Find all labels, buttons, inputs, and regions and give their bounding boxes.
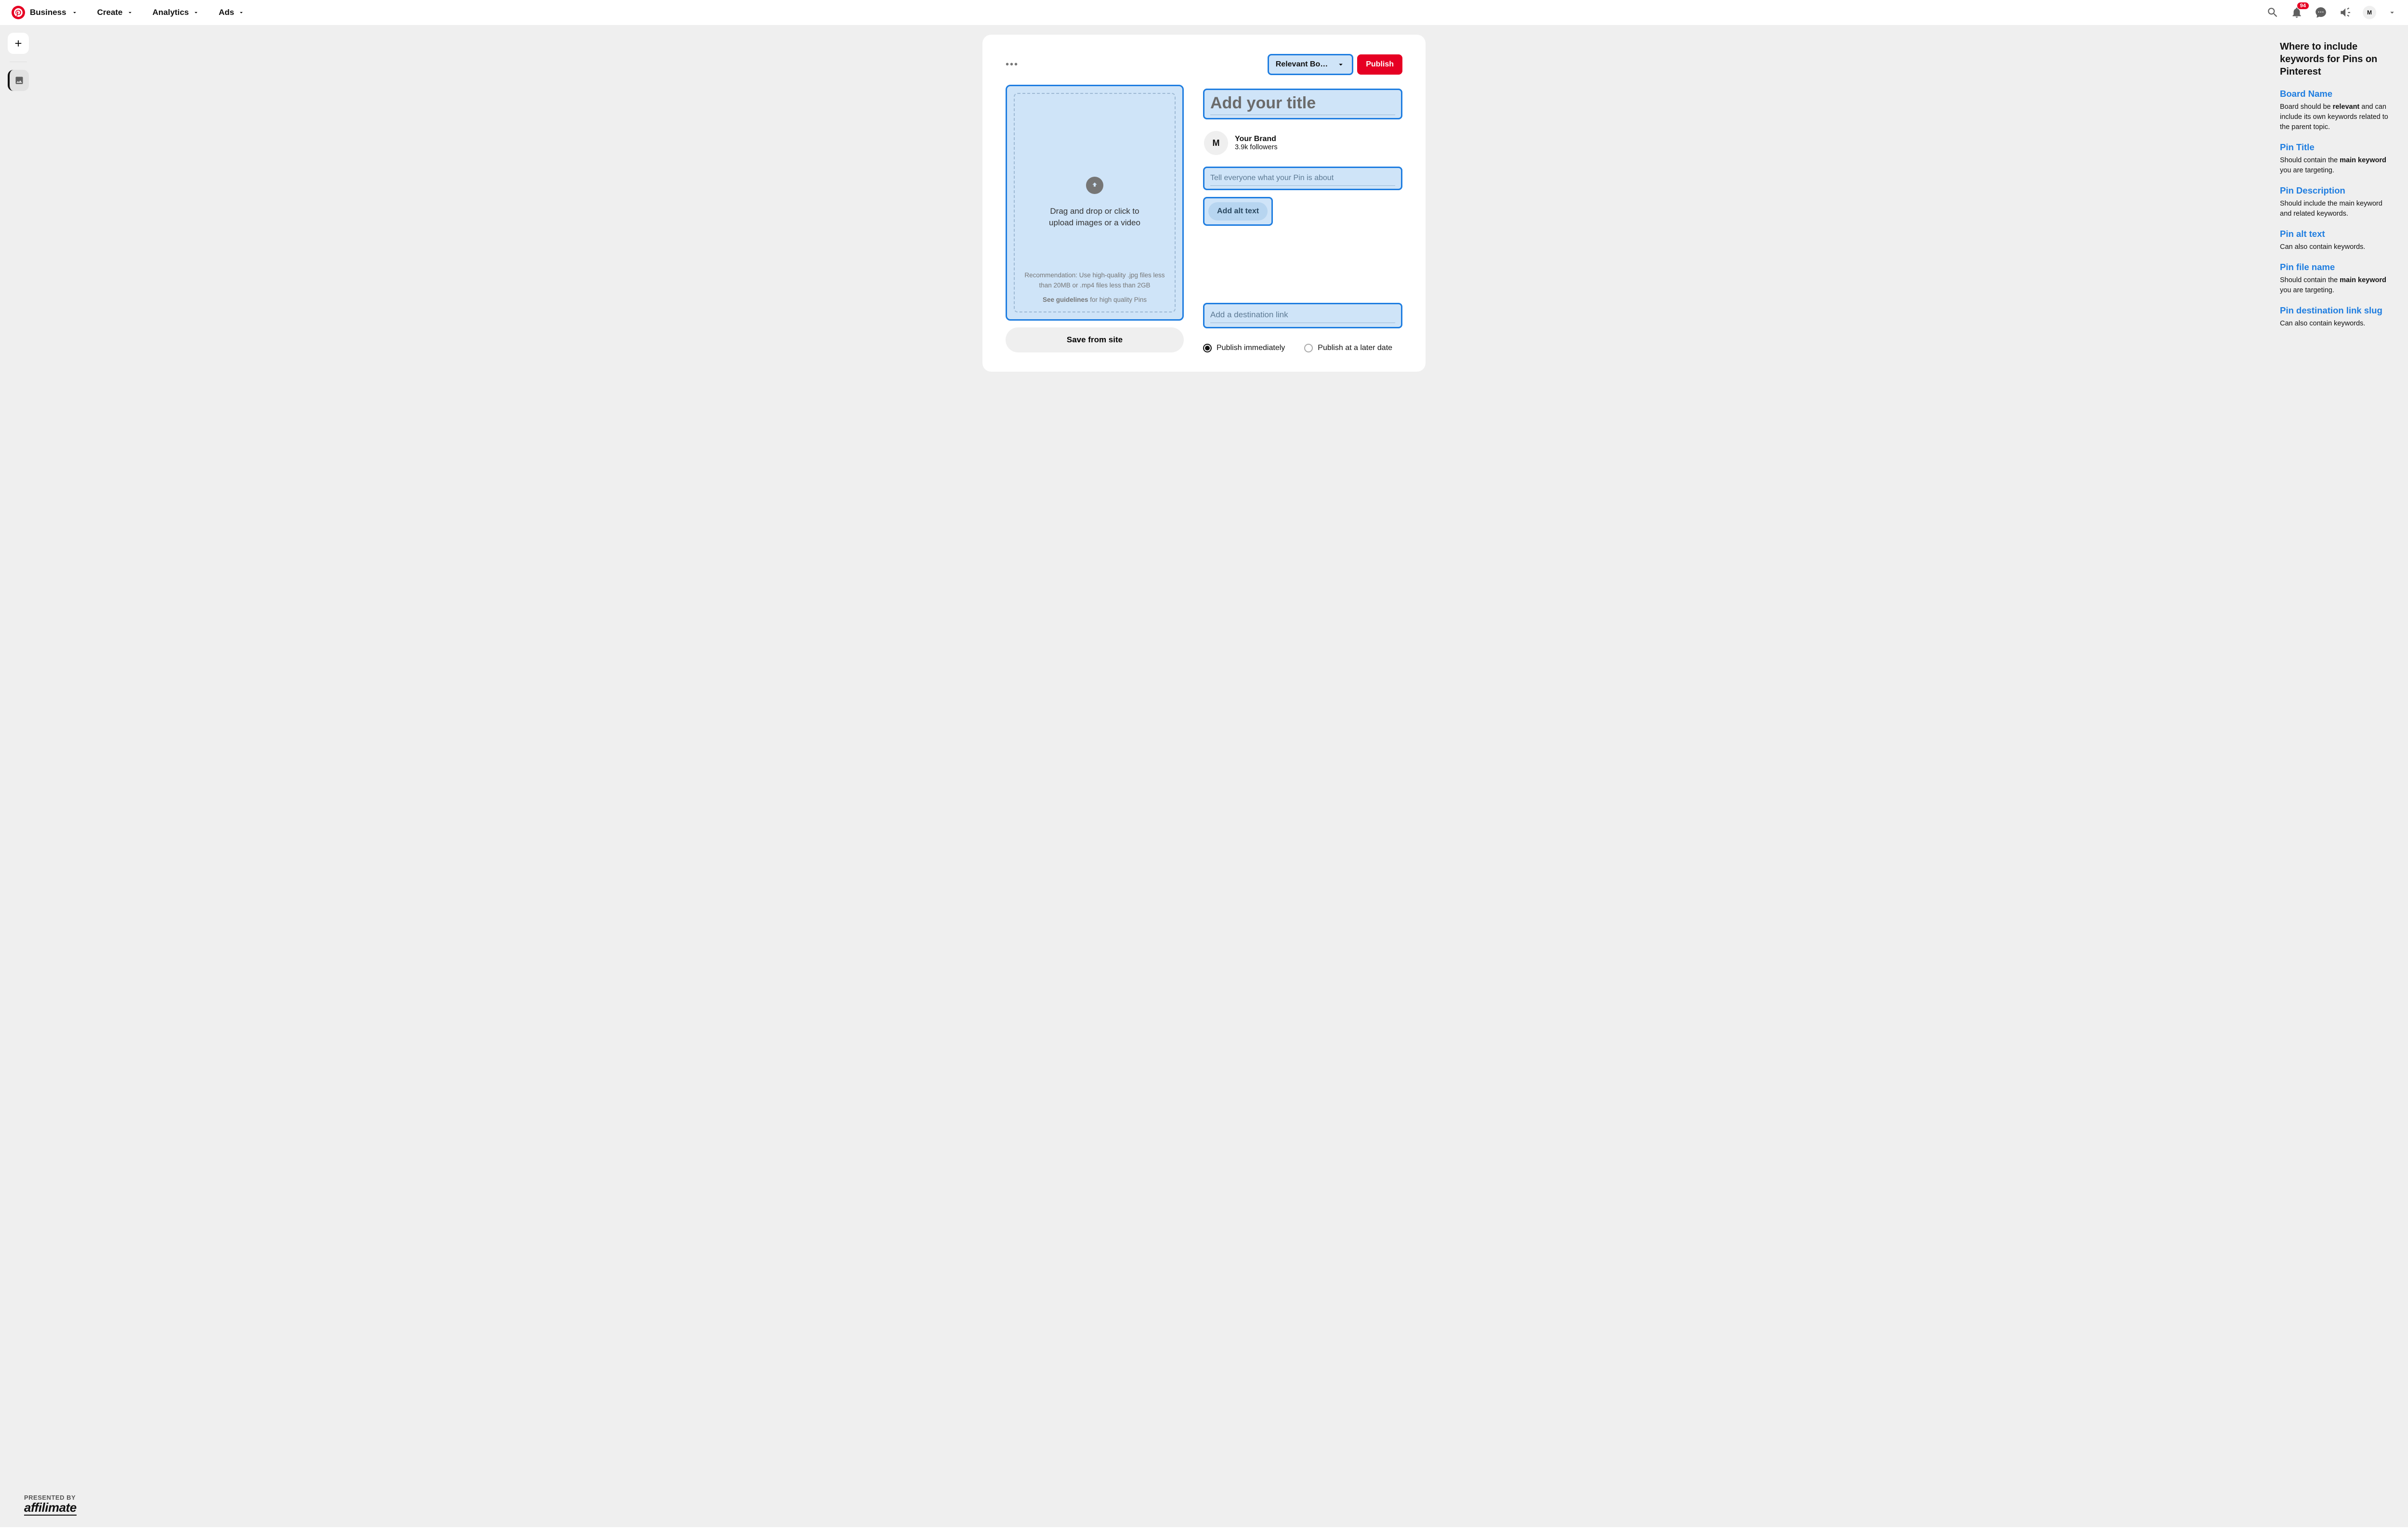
chat-icon[interactable] — [2315, 6, 2327, 19]
sidebar-item-title: Pin destination link slug — [2280, 305, 2395, 316]
upload-icon — [1086, 177, 1103, 194]
upload-zone[interactable]: Drag and drop or click to upload images … — [1006, 85, 1184, 321]
brand-name: Your Brand — [1235, 135, 1278, 143]
chevron-down-icon — [193, 9, 199, 16]
upload-dropzone: Drag and drop or click to upload images … — [1014, 93, 1176, 312]
presented-by: PRESENTED BY affilimate — [24, 1494, 77, 1516]
upload-guidelines[interactable]: See guidelines for high quality Pins — [1021, 295, 1168, 305]
upload-recommendation: Recommendation: Use high-quality .jpg fi… — [1021, 271, 1168, 290]
board-select-label: Relevant Bo… — [1276, 60, 1328, 69]
sidebar-title: Where to include keywords for Pins on Pi… — [2280, 40, 2395, 78]
sidebar-item-title: Board Name — [2280, 89, 2395, 99]
pinterest-logo-icon — [12, 6, 25, 19]
page: + ••• Relevant Bo… Publish — [0, 25, 2408, 1527]
brand-followers: 3.9k followers — [1235, 143, 1278, 151]
presented-brand: affilimate — [24, 1501, 77, 1516]
nav-ads[interactable]: Ads — [219, 8, 245, 17]
add-pin-button[interactable]: + — [8, 33, 29, 54]
nav-label: Create — [97, 8, 123, 17]
guidelines-link: See guidelines — [1043, 296, 1088, 303]
avatar-initial: M — [2367, 9, 2372, 16]
upload-main-text: Drag and drop or click to upload images … — [1042, 206, 1148, 229]
destination-link-highlight — [1203, 303, 1402, 328]
add-alt-text-button[interactable]: Add alt text — [1208, 202, 1268, 221]
sidebar-item-board-name: Board Name Board should be relevant and … — [2280, 89, 2395, 132]
chevron-down-icon[interactable] — [2388, 8, 2396, 17]
header-nav: Business Create Analytics Ads — [12, 6, 245, 19]
chevron-down-icon — [127, 9, 133, 16]
publish-options: Publish immediately Publish at a later d… — [1203, 335, 1402, 352]
radio-publish-later[interactable]: Publish at a later date — [1304, 344, 1392, 352]
radio-icon — [1304, 344, 1313, 352]
chevron-down-icon — [1336, 60, 1345, 69]
brand-initial: M — [1213, 138, 1220, 148]
publish-button[interactable]: Publish — [1357, 54, 1402, 75]
save-from-site-button[interactable]: Save from site — [1006, 327, 1184, 352]
sidebar-item-title: Pin Description — [2280, 185, 2395, 196]
sidebar-item-pin-alt-text: Pin alt text Can also contain keywords. — [2280, 229, 2395, 252]
radio-publish-immediately[interactable]: Publish immediately — [1203, 344, 1285, 352]
chevron-down-icon — [238, 9, 245, 16]
sidebar-item-pin-description: Pin Description Should include the main … — [2280, 185, 2395, 219]
sidebar-item-title: Pin alt text — [2280, 229, 2395, 239]
nav-create[interactable]: Create — [97, 8, 133, 17]
search-icon[interactable] — [2266, 6, 2279, 19]
nav-label: Ads — [219, 8, 234, 17]
builder-top-row: ••• Relevant Bo… Publish — [1006, 54, 1402, 75]
destination-link-input[interactable] — [1210, 309, 1395, 323]
board-select[interactable]: Relevant Bo… — [1268, 54, 1353, 75]
nav-analytics[interactable]: Analytics — [153, 8, 200, 17]
left-rail: + — [8, 33, 29, 91]
sidebar-item-desc: Can also contain keywords. — [2280, 319, 2395, 329]
sidebar-item-desc: Can also contain keywords. — [2280, 242, 2395, 252]
sidebar-item-desc: Should include the main keyword and rela… — [2280, 199, 2395, 219]
sidebar-item-pin-file-name: Pin file name Should contain the main ke… — [2280, 262, 2395, 296]
radio-label: Publish immediately — [1217, 344, 1285, 352]
sidebar-item-desc: Should contain the main keyword you are … — [2280, 156, 2395, 176]
nav-label: Business — [30, 8, 66, 17]
pin-builder: ••• Relevant Bo… Publish Drag and drop o… — [982, 35, 1426, 372]
sidebar-item-title: Pin Title — [2280, 142, 2395, 153]
nav-label: Analytics — [153, 8, 189, 17]
avatar[interactable]: M — [2363, 6, 2376, 19]
chevron-down-icon — [71, 9, 78, 16]
megaphone-icon[interactable] — [2339, 6, 2351, 19]
sidebar-item-desc: Board should be relevant and can include… — [2280, 102, 2395, 132]
upload-column: Drag and drop or click to upload images … — [1006, 85, 1184, 352]
more-options-icon[interactable]: ••• — [1006, 59, 1019, 70]
sidebar-item-desc: Should contain the main keyword you are … — [2280, 275, 2395, 296]
bell-icon[interactable]: 94 — [2290, 6, 2303, 19]
radio-icon — [1203, 344, 1212, 352]
description-field-highlight — [1203, 167, 1402, 190]
header-actions: 94 M — [2266, 6, 2396, 19]
description-input[interactable] — [1210, 172, 1395, 186]
spacer — [1203, 233, 1402, 296]
sidebar-item-title: Pin file name — [2280, 262, 2395, 272]
builder-body: Drag and drop or click to upload images … — [1006, 85, 1402, 352]
top-actions: Relevant Bo… Publish — [1268, 54, 1402, 75]
fields-column: M Your Brand 3.9k followers Add alt text — [1203, 85, 1402, 352]
sidebar-item-pin-title: Pin Title Should contain the main keywor… — [2280, 142, 2395, 176]
image-icon — [14, 76, 24, 85]
draft-thumbnail[interactable] — [8, 70, 29, 91]
brand-info: Your Brand 3.9k followers — [1235, 135, 1278, 151]
alt-text-highlight: Add alt text — [1203, 197, 1273, 226]
brand-row: M Your Brand 3.9k followers — [1203, 126, 1402, 160]
brand-avatar: M — [1204, 131, 1228, 155]
upload-footer: Recommendation: Use high-quality .jpg fi… — [1021, 271, 1168, 305]
title-field-highlight — [1203, 89, 1402, 119]
header: Business Create Analytics Ads 94 — [0, 0, 2408, 25]
sidebar-item-pin-destination-link: Pin destination link slug Can also conta… — [2280, 305, 2395, 329]
keywords-sidebar: Where to include keywords for Pins on Pi… — [2280, 40, 2395, 338]
nav-business[interactable]: Business — [12, 6, 78, 19]
radio-label: Publish at a later date — [1318, 344, 1392, 352]
guidelines-rest: for high quality Pins — [1088, 296, 1147, 303]
notification-badge: 94 — [2297, 2, 2309, 9]
title-input[interactable] — [1210, 94, 1395, 115]
